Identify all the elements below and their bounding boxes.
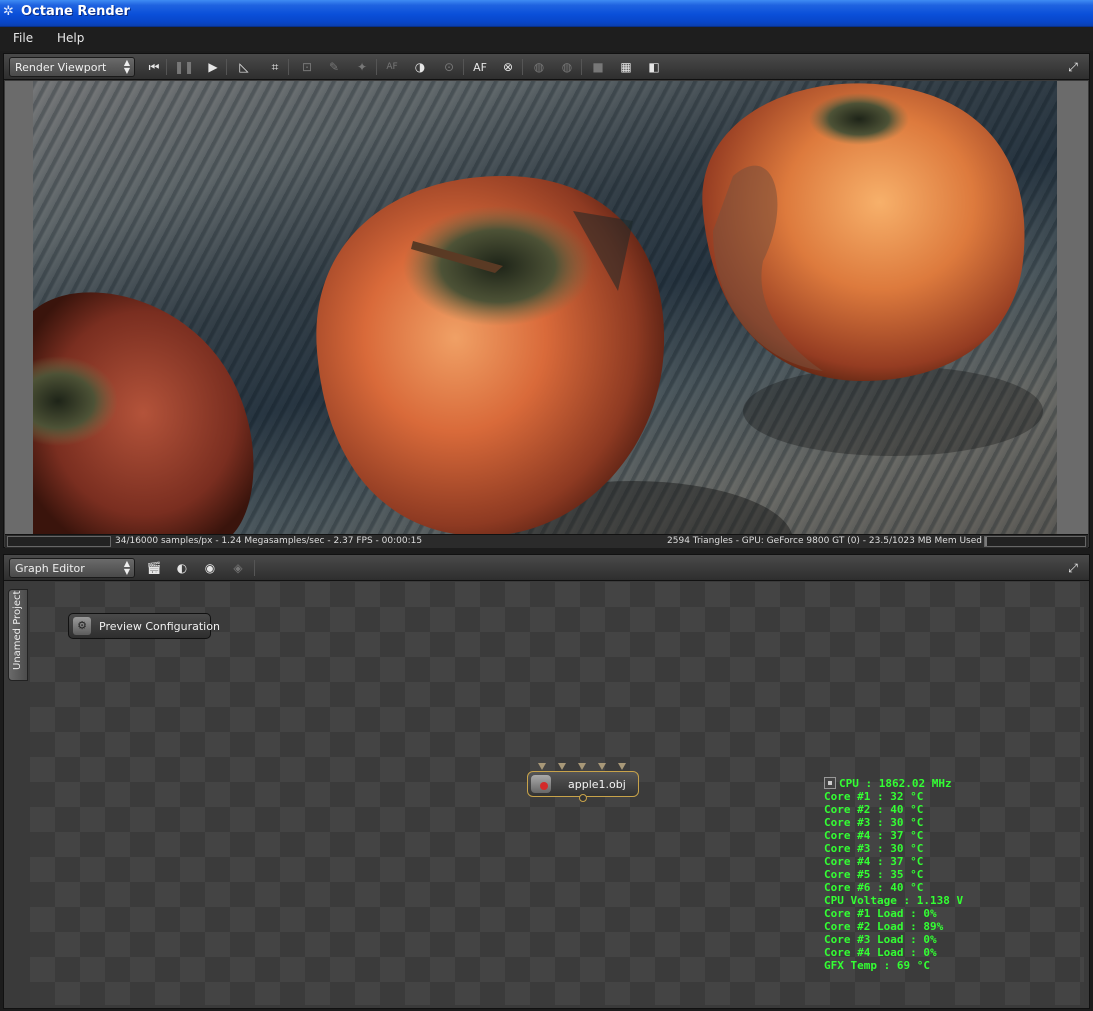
sensor-line: Core #2 Load : 89%	[824, 920, 944, 933]
lock-icon[interactable]: ◍	[529, 57, 549, 77]
unlock-icon[interactable]: ◍	[557, 57, 577, 77]
rewind-icon[interactable]: ⏮	[144, 57, 164, 77]
material-icon[interactable]: ◉	[200, 558, 220, 578]
white-balance-icon[interactable]: ◑	[410, 57, 430, 77]
input-pin[interactable]	[558, 763, 566, 770]
config-icon: ⚙	[73, 617, 91, 635]
sensor-line: Core #5 : 35 °C	[824, 868, 924, 881]
sensor-line: Core #4 Load : 0%	[824, 946, 937, 959]
sensor-line: Core #6 : 40 °C	[824, 881, 924, 894]
sensor-line: Core #1 Load : 0%	[824, 907, 937, 920]
autofocus-icon[interactable]: AF	[470, 57, 490, 77]
alpha-icon[interactable]: ◧	[644, 57, 664, 77]
sensor-line: CPU Voltage : 1.138 V	[824, 894, 964, 907]
maximize-icon[interactable]: ⤢	[1065, 59, 1081, 75]
selector-arrows-icon: ▲ ▼	[123, 58, 130, 75]
render-toolbar: Render Viewport ▲ ▼ ⏮ ❚❚ ▶ ◺ ⌗ ⊡ ✎ ✦ AF ◑…	[4, 54, 1089, 80]
output-pin[interactable]	[579, 794, 587, 802]
mesh-node[interactable]: apple1.obj	[527, 763, 639, 802]
panel-selector-label: Graph Editor	[15, 562, 85, 575]
render-stats: 34/16000 samples/px - 1.24 Megasamples/s…	[115, 536, 423, 546]
panel-selector-label: Render Viewport	[15, 61, 107, 74]
chip-icon	[824, 777, 836, 789]
play-icon[interactable]: ▶	[203, 57, 223, 77]
clapper-icon[interactable]: 🎬︎	[144, 558, 164, 578]
mesh-icon[interactable]: ◐	[172, 558, 192, 578]
render-viewport-panel: Render Viewport ▲ ▼ ⏮ ❚❚ ▶ ◺ ⌗ ⊡ ✎ ✦ AF ◑…	[3, 53, 1090, 548]
input-pin[interactable]	[618, 763, 626, 770]
sensor-line: Core #2 : 40 °C	[824, 803, 924, 816]
menu-bar: File Help	[0, 27, 1093, 51]
stereo-icon[interactable]: ⊗	[498, 57, 518, 77]
memory-bar-fill	[985, 537, 988, 546]
pause-icon[interactable]: ❚❚	[174, 57, 194, 77]
project-tab-label: Unamed Project	[12, 590, 23, 670]
input-pin[interactable]	[578, 763, 586, 770]
pick-icon[interactable]: ✎	[324, 57, 344, 77]
sensor-line: Core #3 : 30 °C	[824, 816, 924, 829]
sensor-line: GFX Temp : 69 °C	[824, 959, 930, 972]
sensor-line: CPU : 1862.02 MHz	[824, 777, 963, 790]
project-tab[interactable]: Unamed Project	[8, 589, 28, 681]
menu-file[interactable]: File	[13, 31, 33, 45]
sensor-line: Core #3 : 30 °C	[824, 842, 924, 855]
render-image	[33, 81, 1057, 534]
display-icon[interactable]: ■	[588, 57, 608, 77]
panel-selector[interactable]: Render Viewport ▲ ▼	[9, 57, 135, 77]
region-icon[interactable]: ◺	[234, 57, 254, 77]
render-status-bar: 34/16000 samples/px - 1.24 Megasamples/s…	[5, 534, 1088, 548]
camera-icon[interactable]: ⊡	[297, 57, 317, 77]
octane-icon: ✲	[3, 4, 14, 19]
pick-focus-icon[interactable]: ⊙	[439, 57, 459, 77]
focus-icon[interactable]: ⌗	[265, 57, 285, 77]
window-title: Octane Render	[21, 4, 130, 19]
sensor-line: Core #4 : 37 °C	[824, 829, 924, 842]
preview-node-label: Preview Configuration	[99, 620, 220, 633]
toolbar-separator	[166, 59, 167, 75]
mesh-icon	[531, 775, 551, 793]
sample-progress-bar	[7, 536, 111, 547]
menu-help[interactable]: Help	[57, 31, 84, 45]
mesh-node-label: apple1.obj	[568, 778, 626, 791]
apples-render	[33, 83, 1043, 534]
title-bar: ✲ Octane Render	[0, 0, 1093, 27]
render-target-icon[interactable]: ◈	[228, 558, 248, 578]
toolbar-separator	[288, 59, 289, 75]
memory-bar	[984, 536, 1086, 547]
panel-selector[interactable]: Graph Editor ▲ ▼	[9, 558, 135, 578]
toolbar-separator	[522, 59, 523, 75]
sensor-line: Core #1 : 32 °C	[824, 790, 924, 803]
toolbar-separator	[376, 59, 377, 75]
selector-arrows-icon: ▲ ▼	[123, 559, 130, 576]
sensor-line: Core #3 Load : 0%	[824, 933, 937, 946]
pick-material-icon[interactable]: ✦	[352, 57, 372, 77]
maximize-icon[interactable]: ⤢	[1065, 560, 1081, 576]
toolbar-separator	[581, 59, 582, 75]
checker-icon[interactable]: ▦	[616, 57, 636, 77]
toolbar-separator	[463, 59, 464, 75]
render-viewport[interactable]	[5, 81, 1088, 534]
graph-toolbar: Graph Editor ▲ ▼ 🎬︎ ◐ ◉ ◈ ⤢	[4, 555, 1089, 581]
input-pin[interactable]	[598, 763, 606, 770]
gpu-stats: 2594 Triangles - GPU: GeForce 9800 GT (0…	[667, 536, 982, 546]
system-sensor-overlay: CPU : 1862.02 MHz Core #1 : 32 °C Core #…	[824, 777, 963, 972]
autofocus-pick-icon[interactable]: AF	[382, 57, 402, 77]
sensor-line: Core #4 : 37 °C	[824, 855, 924, 868]
toolbar-separator	[226, 59, 227, 75]
preview-configuration-node[interactable]: ⚙ Preview Configuration	[68, 613, 220, 639]
input-pin[interactable]	[538, 763, 546, 770]
toolbar-separator	[254, 560, 255, 576]
